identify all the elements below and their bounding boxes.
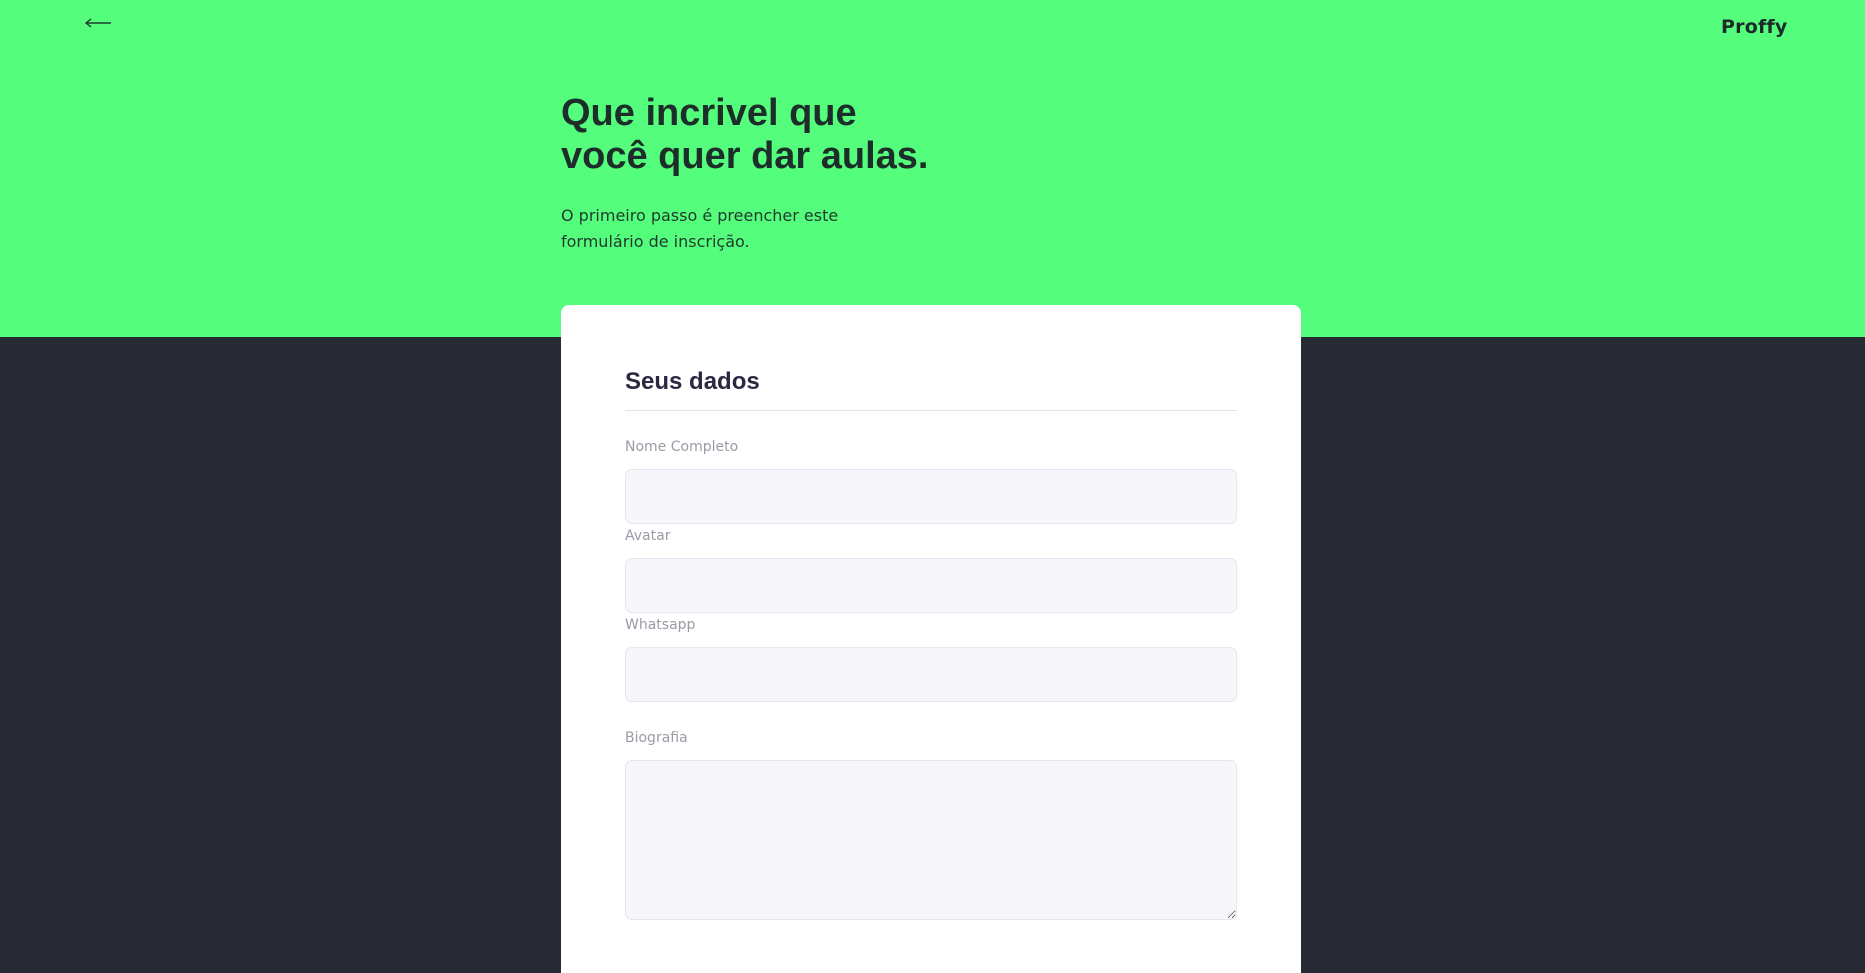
logo[interactable]: Proffy <box>1721 16 1787 38</box>
page-title: Que incrivel que você quer dar aulas. <box>561 92 981 178</box>
whatsapp-input[interactable] <box>625 647 1237 702</box>
page-header: Proffy Que incrivel que você quer dar au… <box>0 0 1865 337</box>
biography-label: Biografia <box>625 730 688 746</box>
avatar-label: Avatar <box>625 528 671 544</box>
whatsapp-label: Whatsapp <box>625 617 696 633</box>
section-divider <box>625 410 1237 411</box>
back-button[interactable] <box>84 14 112 32</box>
arrow-left-icon <box>84 18 111 28</box>
registration-form: Seus dados Nome Completo Avatar Whatsapp… <box>561 305 1301 973</box>
page-subtitle-line-2: formulário de inscrição. <box>561 232 750 251</box>
page-subtitle: O primeiro passo é preencher este formul… <box>561 203 881 255</box>
page-subtitle-line-1: O primeiro passo é preencher este <box>561 206 839 225</box>
avatar-input[interactable] <box>625 558 1237 613</box>
full-name-label: Nome Completo <box>625 439 739 455</box>
page-title-line-1: Que incrivel que <box>561 92 857 134</box>
biography-textarea[interactable] <box>625 760 1237 920</box>
full-name-input[interactable] <box>625 469 1237 524</box>
section-title: Seus dados <box>625 368 760 395</box>
page-title-line-2: você quer dar aulas. <box>561 135 929 177</box>
